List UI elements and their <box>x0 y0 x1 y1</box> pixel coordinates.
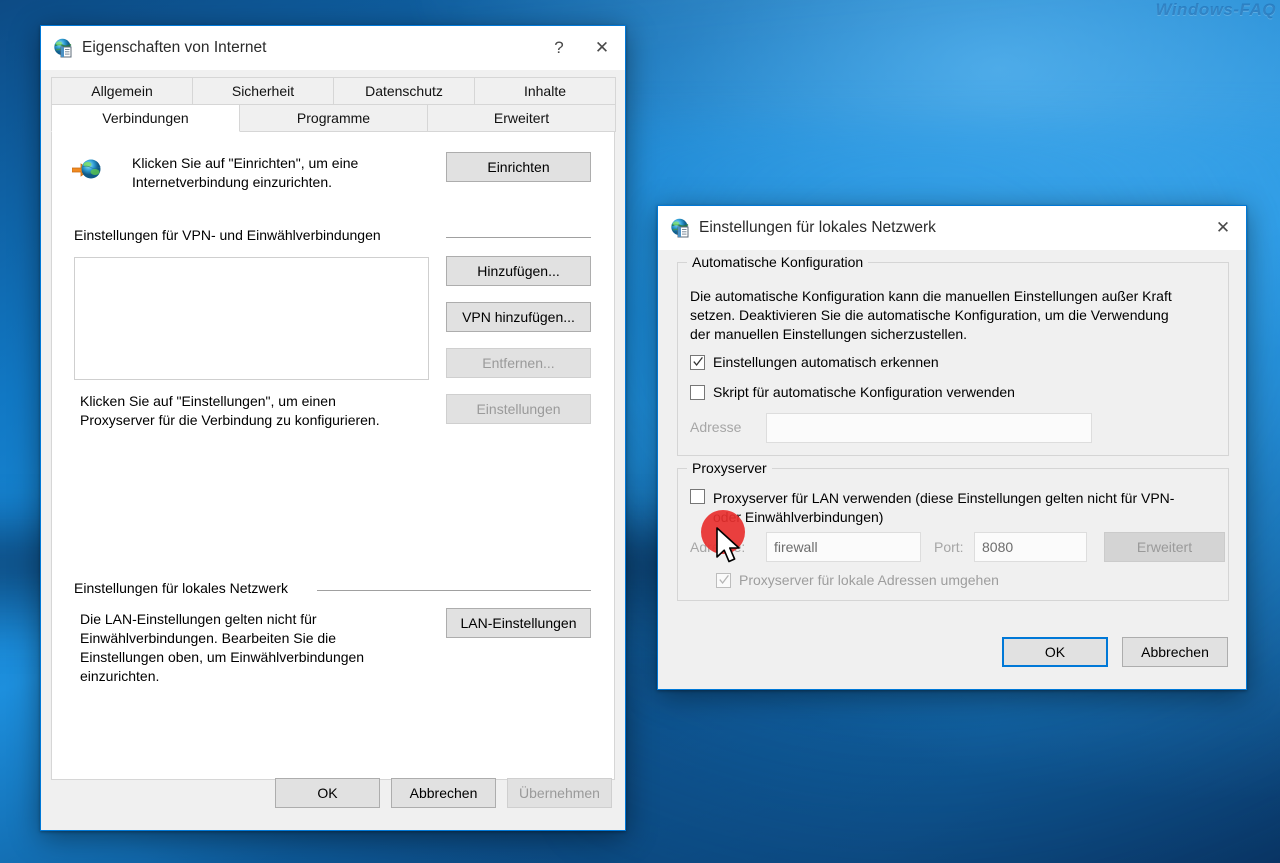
einrichten-button[interactable]: Einrichten <box>446 152 591 182</box>
internet-properties-dialog: Eigenschaften von Internet ? ✕ Allgemein… <box>40 25 626 831</box>
lan-description: Die LAN-Einstellungen gelten nicht für E… <box>80 610 440 686</box>
checkbox-use-script-label: Skript für automatische Konfiguration ve… <box>713 384 1015 400</box>
lan-einstellungen-button[interactable]: LAN-Einstellungen <box>446 608 591 638</box>
desktop-background: Windows-FAQ Eigenschaften von Internet ?… <box>0 0 1280 863</box>
auto-config-address-input[interactable] <box>766 413 1092 443</box>
vpn-hint-text: Klicken Sie auf "Einstellungen", um eine… <box>80 392 430 430</box>
checkbox-use-proxy[interactable]: Proxyserver für LAN verwenden (diese Ein… <box>690 489 1218 527</box>
tab-page-verbindungen: Klicken Sie auf "Einrichten", um eine In… <box>51 132 615 780</box>
tab-allgemein[interactable]: Allgemein <box>51 77 193 105</box>
tab-row-2: Verbindungen Programme Erweitert <box>51 105 616 132</box>
auto-config-description-line1: Die automatische Konfiguration kann die … <box>690 288 1172 304</box>
checkbox-bypass-local-label: Proxyserver für lokale Adressen umgehen <box>739 572 999 588</box>
lan-description-line3: Einstellungen oben, um Einwählverbindung… <box>80 649 365 665</box>
tab-verbindungen[interactable]: Verbindungen <box>51 105 240 132</box>
proxy-group-title: Proxyserver <box>687 460 772 476</box>
auto-config-group-title: Automatische Konfiguration <box>687 254 869 270</box>
erweitert-button[interactable]: Erweitert <box>1104 532 1225 562</box>
proxy-port-input[interactable]: 8080 <box>974 532 1087 562</box>
checkbox-autodetect-settings[interactable]: Einstellungen automatisch erkennen <box>690 355 939 370</box>
close-icon[interactable]: ✕ <box>579 26 625 70</box>
lan-settings-titlebar[interactable]: Einstellungen für lokales Netzwerk ✕ <box>658 206 1246 250</box>
check-icon <box>719 575 729 585</box>
tab-strip: Allgemein Sicherheit Datenschutz Inhalte… <box>41 70 625 132</box>
setup-description: Klicken Sie auf "Einrichten", um eine In… <box>132 154 432 192</box>
checkbox-bypass-local[interactable]: Proxyserver für lokale Adressen umgehen <box>716 573 999 588</box>
internet-properties-title: Eigenschaften von Internet <box>82 39 267 56</box>
internet-properties-icon <box>54 38 72 58</box>
hinzufuegen-button[interactable]: Hinzufügen... <box>446 256 591 286</box>
lan-settings-icon <box>671 218 689 238</box>
tab-sicherheit[interactable]: Sicherheit <box>192 77 334 105</box>
proxy-groupbox: Proxyserver Proxyserver für LAN verwende… <box>677 460 1229 601</box>
lan-settings-title: Einstellungen für lokales Netzwerk <box>699 219 936 236</box>
watermark-label: Windows-FAQ <box>1155 0 1276 19</box>
internet-properties-titlebar[interactable]: Eigenschaften von Internet ? ✕ <box>41 26 625 70</box>
help-button[interactable]: ? <box>539 26 579 70</box>
internet-properties-footer: OK Abbrechen Übernehmen <box>41 764 625 830</box>
uebernehmen-button[interactable]: Übernehmen <box>507 778 612 808</box>
setup-description-line2: Internetverbindung einzurichten. <box>132 174 333 190</box>
checkbox-use-script[interactable]: Skript für automatische Konfiguration ve… <box>690 385 1015 400</box>
checkbox-use-proxy-label: Proxyserver für LAN verwenden (diese Ein… <box>713 489 1174 527</box>
checkbox-bypass-local-box[interactable] <box>716 573 731 588</box>
close-icon[interactable]: ✕ <box>1200 206 1246 250</box>
abbrechen-button[interactable]: Abbrechen <box>1122 637 1228 667</box>
tab-inhalte[interactable]: Inhalte <box>474 77 616 105</box>
tab-erweitert[interactable]: Erweitert <box>427 105 616 132</box>
lan-settings-dialog: Einstellungen für lokales Netzwerk ✕ Aut… <box>657 205 1247 690</box>
vpn-hint-line2: Proxyserver für die Verbindung zu konfig… <box>80 412 380 428</box>
vpn-hint-line1: Klicken Sie auf "Einstellungen", um eine… <box>80 393 336 409</box>
lan-description-line4: einzurichten. <box>80 668 160 684</box>
setup-description-line1: Klicken Sie auf "Einrichten", um eine <box>132 155 359 171</box>
tab-row-1: Allgemein Sicherheit Datenschutz Inhalte <box>51 77 616 105</box>
auto-config-description: Die automatische Konfiguration kann die … <box>690 287 1220 344</box>
vpn-section-rule <box>446 237 591 238</box>
einstellungen-button[interactable]: Einstellungen <box>446 394 591 424</box>
entfernen-button[interactable]: Entfernen... <box>446 348 591 378</box>
lan-settings-footer: OK Abbrechen <box>658 607 1246 689</box>
lan-description-line1: Die LAN-Einstellungen gelten nicht für <box>80 611 317 627</box>
checkbox-use-proxy-label-line2: oder Einwählverbindungen) <box>713 509 884 525</box>
checkbox-autodetect-settings-box[interactable] <box>690 355 705 370</box>
abbrechen-button[interactable]: Abbrechen <box>391 778 496 808</box>
check-icon <box>693 357 703 367</box>
auto-config-description-line2: setzen. Deaktivieren Sie die automatisch… <box>690 307 1169 323</box>
checkbox-use-script-box[interactable] <box>690 385 705 400</box>
proxy-address-input[interactable]: firewall <box>766 532 921 562</box>
tab-programme[interactable]: Programme <box>239 105 428 132</box>
lan-section-rule <box>317 590 591 591</box>
proxy-address-label: Adresse: <box>690 539 746 555</box>
tab-datenschutz[interactable]: Datenschutz <box>333 77 475 105</box>
auto-config-address-label: Adresse <box>690 419 742 435</box>
lan-section-heading: Einstellungen für lokales Netzwerk <box>74 580 288 596</box>
vpn-connections-list[interactable] <box>74 257 429 380</box>
vpn-section-heading: Einstellungen für VPN- und Einwählverbin… <box>74 227 381 243</box>
internet-connection-wizard-icon <box>72 159 101 179</box>
checkbox-use-proxy-box[interactable] <box>690 489 705 504</box>
checkbox-autodetect-settings-label: Einstellungen automatisch erkennen <box>713 354 939 370</box>
uebernehmen-button-label: Übernehmen <box>519 785 600 801</box>
vpn-hinzufuegen-button[interactable]: VPN hinzufügen... <box>446 302 591 332</box>
ok-button[interactable]: OK <box>1002 637 1108 667</box>
lan-description-line2: Einwählverbindungen. Bearbeiten Sie die <box>80 630 337 646</box>
auto-config-groupbox: Automatische Konfiguration Die automatis… <box>677 254 1229 456</box>
checkbox-use-proxy-label-line1: Proxyserver für LAN verwenden (diese Ein… <box>713 490 1175 506</box>
ok-button[interactable]: OK <box>275 778 380 808</box>
auto-config-description-line3: der manuellen Einstellungen sicherzustel… <box>690 326 968 342</box>
proxy-port-label: Port: <box>934 539 964 555</box>
